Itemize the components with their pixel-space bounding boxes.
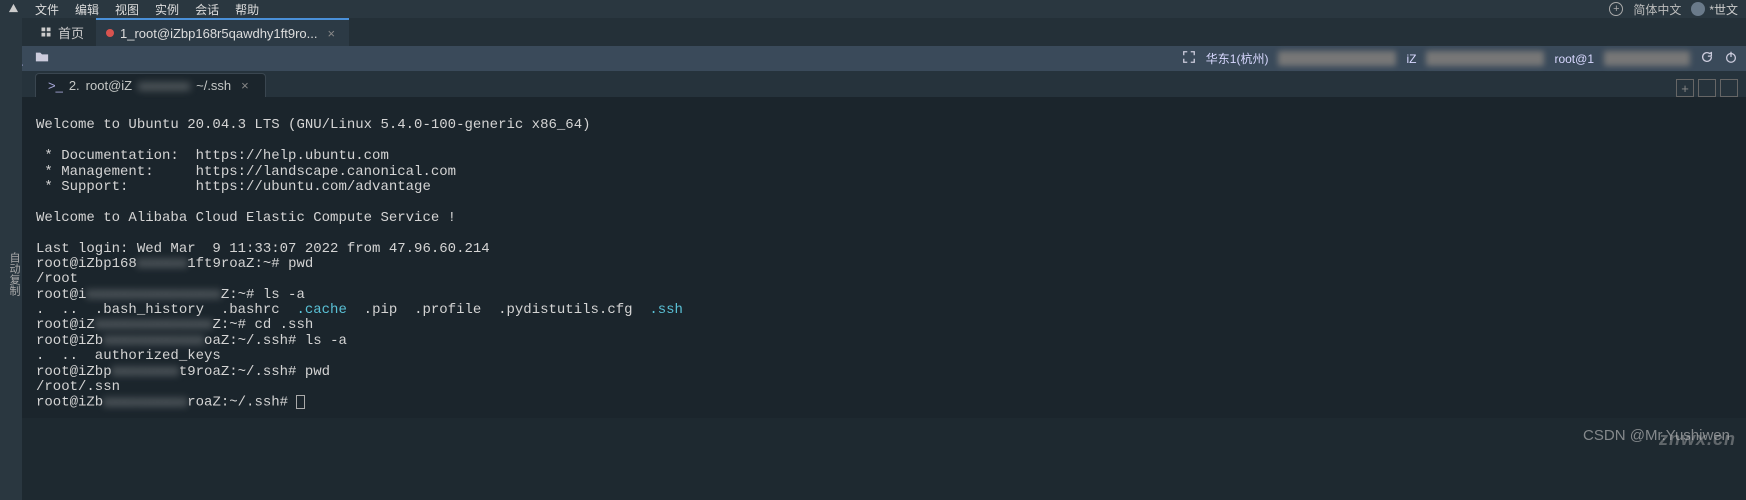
menu-view[interactable]: 视图 <box>115 1 139 18</box>
session-subtab[interactable]: >_ 2. root@iZ xxxxxxxx ~/.ssh × <box>35 73 266 97</box>
tab-home-label: 首页 <box>58 23 84 42</box>
add-panel-icon[interactable]: + <box>1676 79 1694 97</box>
term-welcome: Welcome to Ubuntu 20.04.3 LTS (GNU/Linux… <box>36 117 591 133</box>
blurred: xxxxxxxxxxxxxx <box>95 317 213 333</box>
menubar: 文件 编辑 视图 实例 会话 帮助 + 简体中文 *世文 <box>0 0 1746 18</box>
tab-session-label: 1_root@iZbp168r5qawdhy1ft9ro... <box>120 26 317 41</box>
user-badge[interactable]: *世文 <box>1691 1 1738 18</box>
term-prompt5-pre: root@iZbp <box>36 364 112 380</box>
host-prefix: iZ <box>1406 52 1416 66</box>
term-cache: .cache <box>296 302 346 318</box>
terminal-output[interactable]: Welcome to Ubuntu 20.04.3 LTS (GNU/Linux… <box>0 97 1746 418</box>
blurred: xxxxxxxx <box>112 364 179 380</box>
session-tabs: >_ 2. root@iZ xxxxxxxx ~/.ssh × + <box>0 71 1746 97</box>
session-subtab-blurred: xxxxxxxx <box>138 78 190 93</box>
term-prompt1-post: 1ft9roaZ:~# pwd <box>187 256 313 272</box>
close-icon[interactable]: × <box>237 78 253 93</box>
term-ls1-mid: .pip .profile .pydistutils.cfg <box>347 302 649 318</box>
session-subtab-prefix: root@iZ <box>86 78 132 93</box>
term-ssh: .ssh <box>649 302 683 318</box>
host-blurred: xxxxxxxxxxxx <box>1278 51 1396 66</box>
blurred: xxxxxxxxxxxx <box>103 333 204 349</box>
blurred: xxxxxxxxxxxxxxxx <box>86 287 220 303</box>
split-horizontal-icon[interactable] <box>1720 79 1738 97</box>
term-pwd1: /root <box>36 271 78 287</box>
refresh-icon[interactable] <box>1700 50 1714 67</box>
split-vertical-icon[interactable] <box>1698 79 1716 97</box>
term-prompt4-pre: root@iZb <box>36 333 103 349</box>
session-subtab-index: 2. <box>69 78 80 93</box>
term-prompt4-post: oaZ:~/.ssh# ls -a <box>204 333 347 349</box>
user-prefix: root@1 <box>1554 52 1594 66</box>
term-prompt2-pre: root@i <box>36 287 86 303</box>
blurred: xxxxxxxxxx <box>103 395 187 411</box>
close-icon[interactable]: × <box>324 26 340 41</box>
folder-icon[interactable] <box>35 50 49 67</box>
term-prompt3-post: Z:~# cd .ssh <box>212 317 313 333</box>
user-name: *世文 <box>1709 1 1738 18</box>
term-alibaba: Welcome to Alibaba Cloud Elastic Compute… <box>36 210 456 226</box>
session-status-icon <box>106 29 114 37</box>
term-mgmt: * Management: https://landscape.canonica… <box>36 164 456 180</box>
avatar-icon <box>1691 2 1705 16</box>
power-icon[interactable] <box>1724 50 1738 67</box>
term-prompt6-pre: root@iZb <box>36 395 103 411</box>
language-selector[interactable]: 简体中文 <box>1633 1 1681 18</box>
user-blurred: xxxx <box>1604 51 1690 66</box>
menu-file[interactable]: 文件 <box>35 1 59 18</box>
fullscreen-icon[interactable] <box>1182 50 1196 67</box>
csdn-watermark: CSDN @Mr.Yushiwen <box>1583 427 1730 444</box>
main-toolbar: 首页 1_root@iZbp168r5qawdhy1ft9ro... × <box>0 18 1746 46</box>
add-icon[interactable]: + <box>1609 2 1623 16</box>
term-doc: * Documentation: https://help.ubuntu.com <box>36 148 389 164</box>
sidebar: 自动复制 最近登录 我的实例 <box>0 18 22 500</box>
term-prompt3-pre: root@iZ <box>36 317 95 333</box>
term-pwd2: /root/.ssn <box>36 379 120 395</box>
blurred: xxxxxx <box>137 256 187 272</box>
menu-instance[interactable]: 实例 <box>155 1 179 18</box>
host-blurred-2: xxxxxxxxxxxx <box>1426 51 1544 66</box>
term-ls1-pre: . .. .bash_history .bashrc <box>36 302 296 318</box>
tab-session-active[interactable]: 1_root@iZbp168r5qawdhy1ft9ro... × <box>96 18 349 46</box>
app-icon <box>8 2 19 17</box>
menu-help[interactable]: 帮助 <box>235 1 259 18</box>
menu-session[interactable]: 会话 <box>195 1 219 18</box>
sub-toolbar: >_ 华东1(杭州) xxxxxxxxxxxx iZ xxxxxxxxxxxx … <box>0 46 1746 71</box>
menu-edit[interactable]: 编辑 <box>75 1 99 18</box>
term-ls2: . .. authorized_keys <box>36 348 221 364</box>
term-prompt5-post: t9roaZ:~/.ssh# pwd <box>179 364 330 380</box>
term-prompt2-post: Z:~# ls -a <box>221 287 305 303</box>
region-label: 华东1(杭州) <box>1206 50 1269 67</box>
term-lastlogin: Last login: Wed Mar 9 11:33:07 2022 from… <box>36 241 490 257</box>
session-subtab-suffix: ~/.ssh <box>196 78 231 93</box>
terminal-cursor <box>296 395 305 409</box>
term-prompt6-post: roaZ:~/.ssh# <box>187 395 296 411</box>
tab-home[interactable]: 首页 <box>28 18 96 46</box>
term-support: * Support: https://ubuntu.com/advantage <box>36 179 431 195</box>
sidebar-autocopy[interactable]: 自动复制 <box>6 252 22 296</box>
term-prompt1-pre: root@iZbp168 <box>36 256 137 272</box>
